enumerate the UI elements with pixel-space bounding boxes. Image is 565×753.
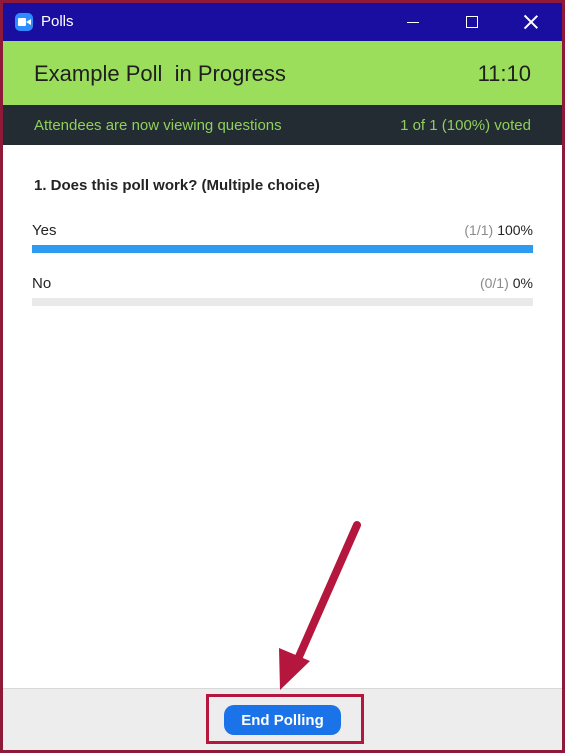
annotation-arrow: [279, 521, 361, 690]
